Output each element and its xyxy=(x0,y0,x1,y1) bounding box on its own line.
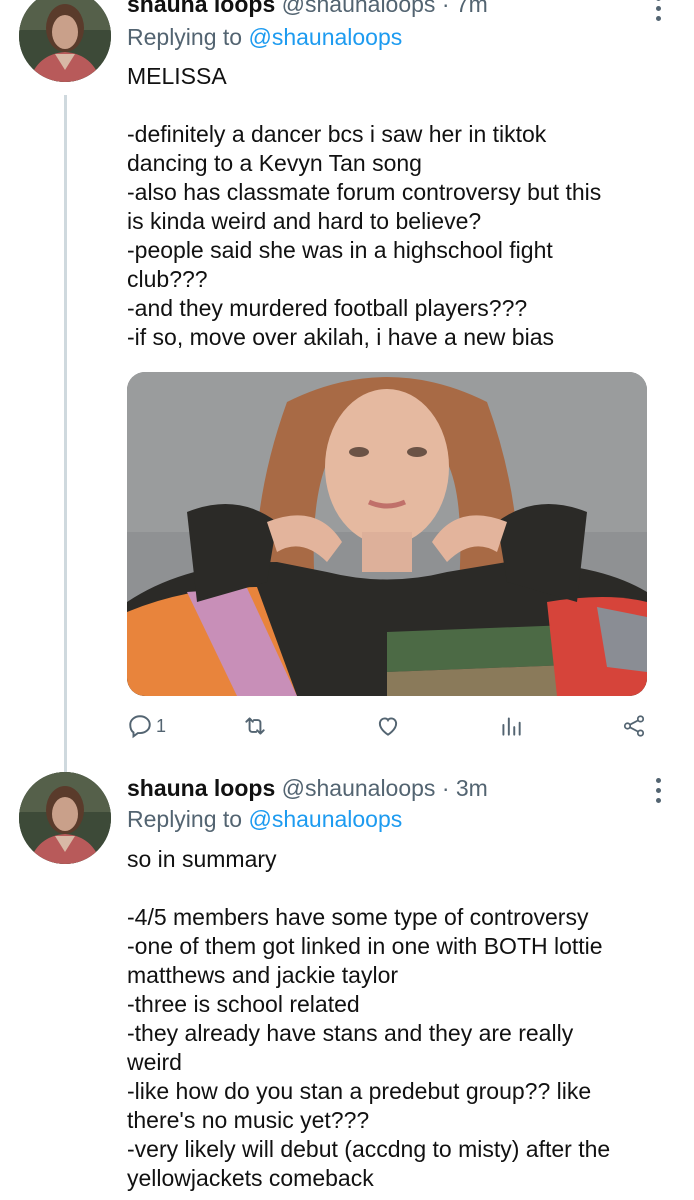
thread-connector-line xyxy=(64,95,67,775)
tweet-line: MELISSA xyxy=(127,63,227,89)
tweet-line: yellowjackets comeback xyxy=(127,1165,374,1191)
tweet-text: so in summary -4/5 members have some typ… xyxy=(127,845,667,1193)
reply-button[interactable]: 1 xyxy=(127,710,166,742)
tweet-line: matthews and jackie taylor xyxy=(127,962,399,988)
tweet-line: club??? xyxy=(127,266,208,292)
more-options-icon[interactable] xyxy=(652,0,664,21)
replying-to: Replying to @shaunaloops xyxy=(127,23,402,51)
analytics-button[interactable] xyxy=(498,710,524,742)
tweet-line: there's no music yet??? xyxy=(127,1107,370,1133)
more-options-icon[interactable] xyxy=(652,778,664,803)
reply-count: 1 xyxy=(156,715,167,736)
share-button[interactable] xyxy=(621,710,647,742)
comment-icon xyxy=(129,715,151,739)
avatar[interactable] xyxy=(19,772,111,864)
timestamp[interactable]: 3m xyxy=(456,775,488,801)
tweet-line: weird xyxy=(127,1049,182,1075)
tweet-line xyxy=(127,91,667,120)
user-handle[interactable]: @shaunaloops xyxy=(282,0,436,17)
display-name[interactable]: shauna loops xyxy=(127,775,275,801)
tweet-header: shauna loops @shaunaloops · 3m xyxy=(127,774,488,802)
replying-to-label: Replying to xyxy=(127,24,243,50)
tweet-line: -they already have stans and they are re… xyxy=(127,1020,574,1046)
separator: · xyxy=(441,775,450,801)
replying-to-label: Replying to xyxy=(127,806,243,832)
photo-illustration xyxy=(127,372,647,696)
tweet-line: -definitely a dancer bcs i saw her in ti… xyxy=(127,121,547,147)
like-icon xyxy=(378,717,398,736)
tweet-text: MELISSA -definitely a dancer bcs i saw h… xyxy=(127,62,667,352)
tweet-line: dancing to a Kevyn Tan song xyxy=(127,150,422,176)
tweet-line: -4/5 members have some type of controver… xyxy=(127,904,589,930)
profile-photo xyxy=(19,0,111,82)
tweet-actions: 1 xyxy=(127,710,657,742)
like-button[interactable] xyxy=(375,710,401,742)
replying-to: Replying to @shaunaloops xyxy=(127,805,402,833)
tweet-photo[interactable] xyxy=(127,372,647,696)
tweet-line: -people said she was in a highschool fig… xyxy=(127,237,553,263)
retweet-icon xyxy=(245,717,265,735)
user-handle[interactable]: @shaunaloops xyxy=(282,775,436,801)
tweet-line: -one of them got linked in one with BOTH… xyxy=(127,933,603,959)
profile-photo xyxy=(19,772,111,864)
tweet-line: is kinda weird and hard to believe? xyxy=(127,208,482,234)
tweet-line: -like how do you stan a predebut group??… xyxy=(127,1078,592,1104)
tweet-line: -three is school related xyxy=(127,991,360,1017)
share-icon xyxy=(623,715,645,737)
tweet-line: -very likely will debut (accdng to misty… xyxy=(127,1136,611,1162)
separator: · xyxy=(441,0,450,17)
tweet-line xyxy=(127,874,667,903)
reply-mention-link[interactable]: @shaunaloops xyxy=(248,24,402,50)
avatar[interactable] xyxy=(19,0,111,82)
tweet-line: -also has classmate forum controversy bu… xyxy=(127,179,602,205)
reply-mention-link[interactable]: @shaunaloops xyxy=(248,806,402,832)
tweet-line: -and they murdered football players??? xyxy=(127,295,528,321)
retweet-button[interactable] xyxy=(242,710,268,742)
analytics-icon xyxy=(502,717,521,736)
timestamp[interactable]: 7m xyxy=(456,0,488,17)
display-name[interactable]: shauna loops xyxy=(127,0,275,17)
tweet-line: so in summary xyxy=(127,846,277,872)
tweet-line: -if so, move over akilah, i have a new b… xyxy=(127,324,554,350)
tweet-header: shauna loops @shaunaloops · 7m xyxy=(127,0,488,18)
